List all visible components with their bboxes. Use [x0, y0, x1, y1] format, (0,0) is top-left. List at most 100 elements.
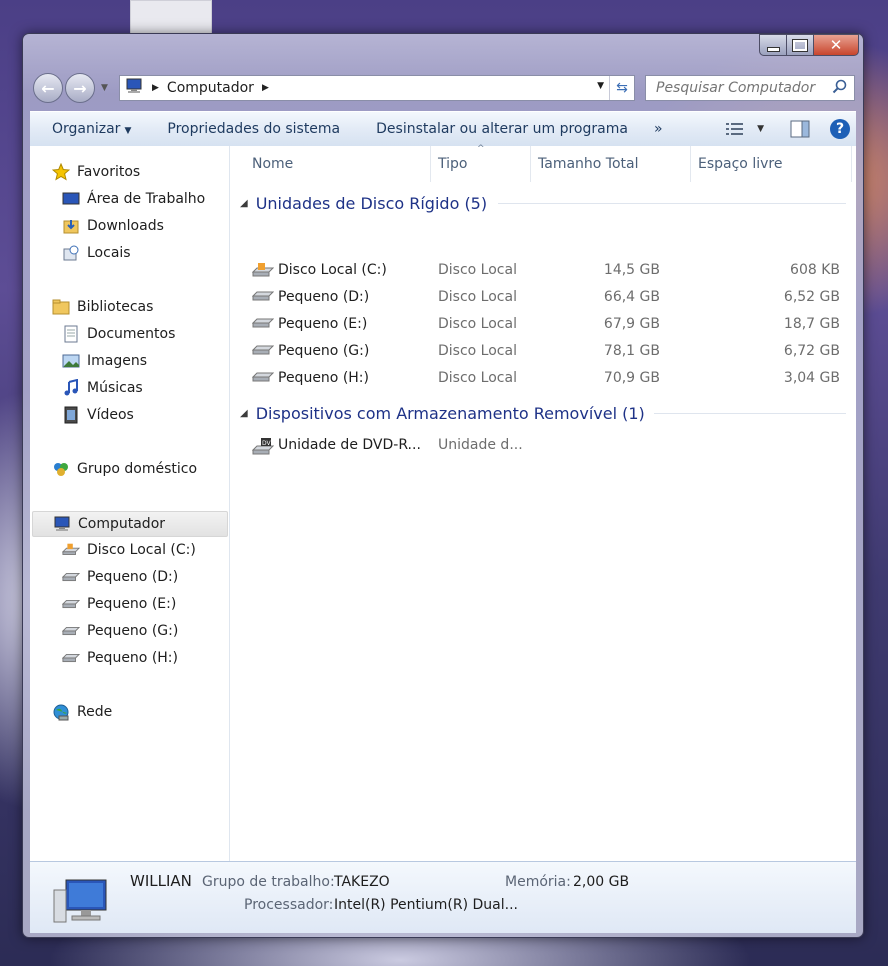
collapse-group-icon[interactable]: ◢	[240, 198, 248, 209]
windows-drive-icon	[62, 541, 80, 559]
computer-icon	[53, 515, 71, 533]
column-header-name[interactable]: Nome	[230, 146, 431, 182]
item-total-size: 67,9 GB	[603, 316, 660, 332]
nav-videos-label: Vídeos	[87, 407, 134, 423]
navigation-pane: Favoritos Área de Trabalho Downloads Loc…	[30, 146, 230, 861]
nav-pictures-label: Imagens	[87, 353, 148, 369]
explorer-window: ✕ ← → ▼ ▶ Computador ▶ ▼ ⇆ Organizar▼ Pr…	[22, 33, 864, 938]
item-free-space: 6,52 GB	[783, 289, 840, 305]
nav-network[interactable]: Rede	[52, 700, 112, 724]
item-name: Pequeno (H:)	[278, 370, 369, 386]
group-hard-drives-title: Unidades de Disco Rígido (5)	[255, 193, 488, 213]
search-input[interactable]	[654, 79, 828, 97]
documents-icon	[62, 325, 80, 343]
group-header-hard-drives[interactable]: ◢ Unidades de Disco Rígido (5)	[240, 190, 487, 216]
nav-computer-label: Computador	[78, 516, 166, 532]
help-icon[interactable]: ?	[830, 119, 850, 139]
group-removable-title: Dispositivos com Armazenamento Removível…	[255, 403, 645, 423]
system-properties-button[interactable]: Propriedades do sistema	[149, 121, 358, 137]
item-free-space: 18,7 GB	[783, 316, 840, 332]
nav-music-label: Músicas	[87, 380, 143, 396]
item-total-size: 66,4 GB	[603, 289, 660, 305]
content-area: Favoritos Área de Trabalho Downloads Loc…	[30, 144, 856, 894]
nav-computer[interactable]: Computador	[32, 511, 228, 537]
list-item[interactable]: Pequeno (G:) Disco Local 78,1 GB 6,72 GB	[250, 339, 846, 365]
collapse-group-icon[interactable]: ◢	[240, 408, 248, 419]
nav-drive-c[interactable]: Disco Local (C:)	[62, 538, 196, 562]
refresh-button[interactable]: ⇆	[609, 76, 634, 100]
nav-downloads[interactable]: Downloads	[62, 214, 164, 238]
processor-label: Processador:	[244, 897, 334, 913]
address-bar[interactable]: ▶ Computador ▶ ▼ ⇆	[119, 75, 635, 101]
nav-libraries[interactable]: Bibliotecas	[52, 295, 153, 319]
forward-button[interactable]: →	[65, 73, 95, 103]
forward-arrow-icon: →	[73, 78, 87, 98]
pictures-icon	[62, 352, 80, 370]
uninstall-program-button[interactable]: Desinstalar ou alterar um programa	[358, 121, 646, 137]
nav-drive-e[interactable]: Pequeno (E:)	[62, 592, 176, 616]
breadcrumb-separator-icon[interactable]: ▶	[152, 83, 159, 93]
nav-drive-h[interactable]: Pequeno (H:)	[62, 646, 178, 670]
item-free-space: 6,72 GB	[783, 343, 840, 359]
command-bar: Organizar ▼ Propriedades do sistema Desin…	[30, 111, 856, 147]
column-name-label: Nome	[252, 156, 294, 172]
nav-network-label: Rede	[77, 704, 113, 720]
computer-large-icon	[52, 876, 110, 930]
nav-drive-d-label: Pequeno (D:)	[87, 569, 179, 585]
column-header-total-size[interactable]: Tamanho Total	[531, 146, 691, 182]
maximize-icon	[792, 38, 808, 52]
windows-drive-icon	[251, 262, 275, 282]
nav-places[interactable]: Locais	[62, 241, 131, 265]
nav-documents[interactable]: Documentos	[62, 322, 175, 346]
nav-favorites[interactable]: Favoritos	[52, 160, 140, 184]
hard-drive-icon	[62, 622, 80, 640]
nav-drive-g-label: Pequeno (G:)	[87, 623, 179, 639]
close-button[interactable]: ✕	[814, 34, 859, 56]
search-icon[interactable]	[832, 79, 848, 99]
hard-drive-icon	[62, 568, 80, 586]
change-view-button[interactable]: ▼	[725, 121, 764, 137]
nav-pictures[interactable]: Imagens	[62, 349, 147, 373]
column-header-free-space[interactable]: Espaço livre	[691, 146, 852, 182]
hard-drive-icon	[251, 370, 275, 388]
nav-homegroup[interactable]: Grupo doméstico	[52, 457, 197, 481]
list-item[interactable]: Disco Local (C:) Disco Local 14,5 GB 608…	[250, 258, 846, 284]
organize-menu[interactable]: Organizar ▼	[30, 121, 149, 137]
hard-drive-icon	[251, 343, 275, 361]
view-options-chevron-icon[interactable]: ▼	[757, 124, 764, 134]
breadcrumb-computer[interactable]: Computador	[167, 80, 254, 96]
nav-drive-d[interactable]: Pequeno (D:)	[62, 565, 178, 589]
list-item[interactable]: DVD Unidade de DVD-R... Unidade d...	[250, 433, 846, 459]
desktop-icon	[62, 190, 80, 208]
star-icon	[52, 163, 70, 181]
nav-drive-g[interactable]: Pequeno (G:)	[62, 619, 178, 643]
more-commands-button[interactable]: »	[646, 121, 671, 137]
nav-desktop-label: Área de Trabalho	[87, 191, 206, 207]
list-item[interactable]: Pequeno (D:) Disco Local 66,4 GB 6,52 GB	[250, 285, 846, 311]
svg-text:DVD: DVD	[262, 440, 274, 447]
nav-places-label: Locais	[87, 245, 131, 261]
column-total-size-label: Tamanho Total	[538, 156, 639, 172]
memory-value: 2,00 GB	[573, 874, 630, 890]
preview-pane-button[interactable]	[790, 120, 810, 138]
nav-music[interactable]: Músicas	[62, 376, 143, 400]
memory-label: Memória:	[505, 874, 571, 890]
maximize-button[interactable]	[787, 34, 814, 56]
list-item[interactable]: Pequeno (E:) Disco Local 67,9 GB 18,7 GB	[250, 312, 846, 338]
address-dropdown-icon[interactable]: ▼	[597, 81, 604, 91]
nav-videos[interactable]: Vídeos	[62, 403, 134, 427]
group-header-removable[interactable]: ◢ Dispositivos com Armazenamento Removív…	[240, 400, 645, 426]
nav-documents-label: Documentos	[87, 326, 176, 342]
nav-drive-c-label: Disco Local (C:)	[87, 542, 196, 558]
nav-desktop[interactable]: Área de Trabalho	[62, 187, 205, 211]
back-button[interactable]: ←	[33, 73, 63, 103]
item-type: Unidade d...	[438, 437, 523, 453]
minimize-button[interactable]	[759, 34, 787, 56]
search-box[interactable]	[645, 75, 855, 101]
back-arrow-icon: ←	[41, 78, 55, 98]
item-type: Disco Local	[438, 370, 517, 386]
caption-buttons: ✕	[759, 34, 859, 56]
breadcrumb-chevron-icon[interactable]: ▶	[262, 83, 269, 93]
list-item[interactable]: Pequeno (H:) Disco Local 70,9 GB 3,04 GB	[250, 366, 846, 392]
recent-pages-dropdown[interactable]: ▼	[101, 83, 108, 93]
